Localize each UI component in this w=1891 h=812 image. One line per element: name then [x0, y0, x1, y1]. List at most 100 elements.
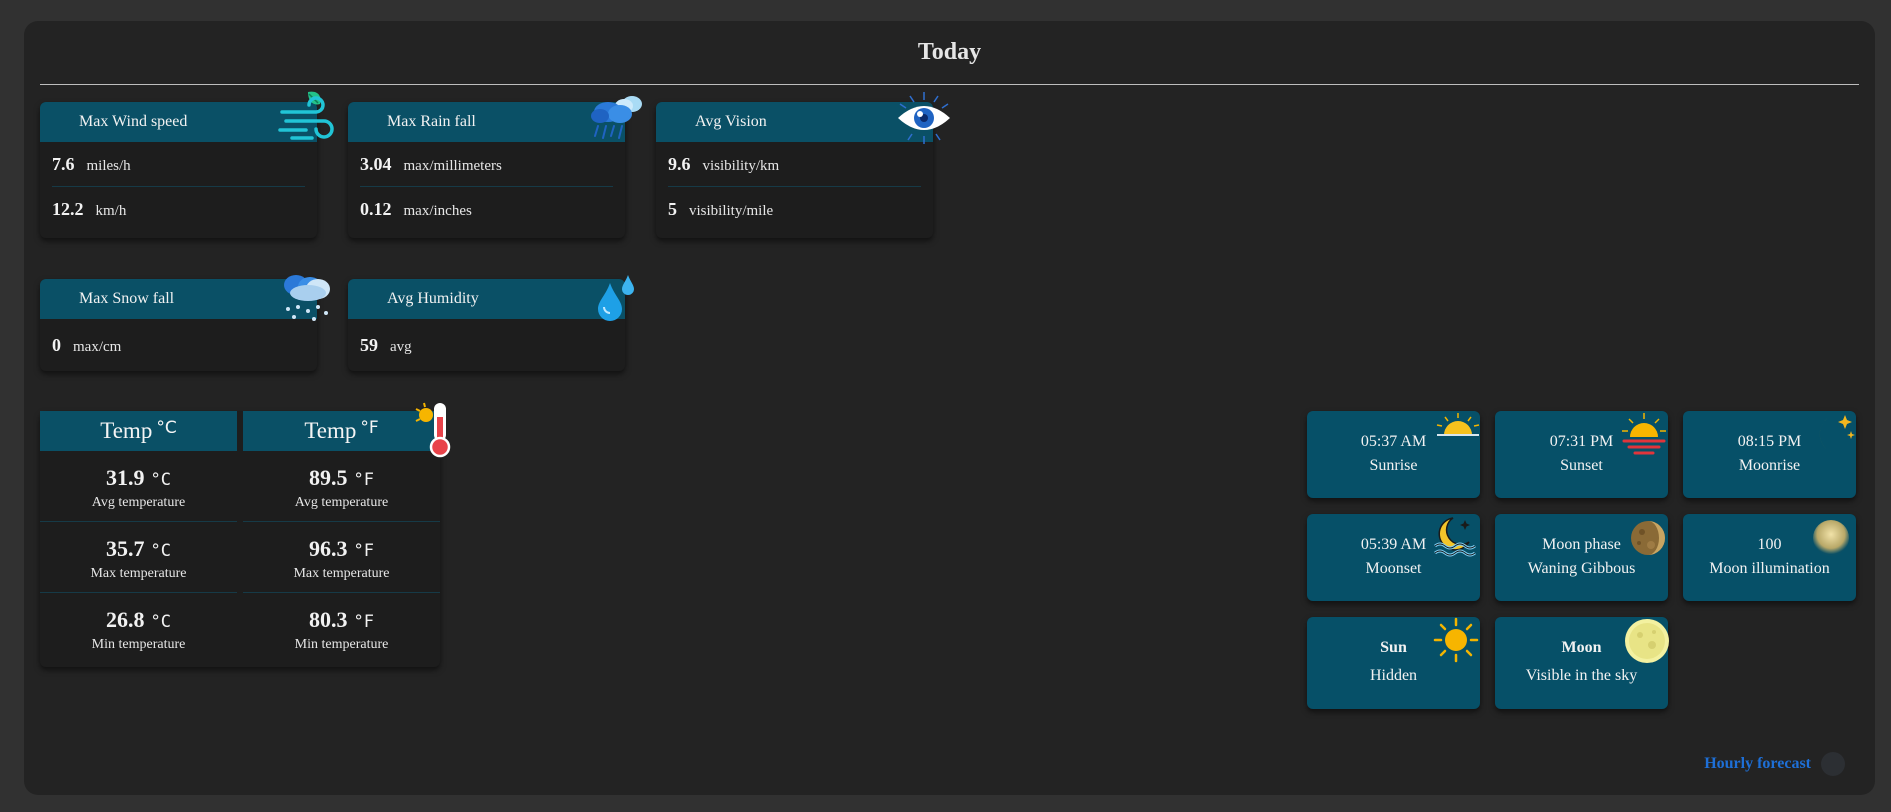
moonset-label: Moonset — [1365, 560, 1422, 577]
humidity-avg-unit: avg — [390, 339, 412, 355]
humidity-card-header: Avg Humidity — [348, 279, 625, 319]
snow-cm-value: 0 — [52, 335, 61, 355]
water-drops-icon — [598, 275, 634, 321]
moon-status: Visible in the sky — [1525, 667, 1638, 684]
sunrise-icon — [1436, 413, 1480, 436]
celsius-max: 35.7 °C Max temperature — [40, 522, 237, 592]
celsius-avg: 31.9 °C Avg temperature — [40, 451, 237, 521]
vision-card: Avg Vision 9.6 visibility/km 5 visibilit… — [656, 92, 950, 238]
fahrenheit-max-label: Max temperature — [293, 566, 390, 581]
celsius-min: 26.8 °C Min temperature — [40, 593, 237, 663]
fahrenheit-header-unit: °F — [360, 418, 379, 438]
fahrenheit-max: 96.3 °F Max temperature — [243, 522, 440, 592]
snow-cloud-icon — [284, 275, 330, 321]
full-moon-icon — [1625, 619, 1669, 663]
moonset-card: 05:39 AM Moonset — [1307, 514, 1480, 601]
celsius-min-value: 26.8 — [106, 607, 145, 632]
moon-illumination-icon — [1813, 520, 1849, 556]
fahrenheit-unit: °F — [353, 612, 374, 632]
humidity-avg-value: 59 — [360, 335, 378, 355]
sunset-card: 07:31 PM Sunset — [1495, 411, 1668, 498]
wind-mph-value: 7.6 — [52, 154, 75, 174]
vision-row-mile: 5 visibility/mile — [656, 187, 933, 231]
snow-cm-unit: max/cm — [73, 339, 122, 355]
rain-card-header: Max Rain fall — [348, 102, 625, 142]
today-panel: Today Max Wind speed 7.6 miles/h 12.2 km… — [24, 21, 1875, 795]
crescent-moon-stars-icon — [1819, 415, 1855, 455]
fahrenheit-avg: 89.5 °F Avg temperature — [243, 451, 440, 521]
celsius-unit: °C — [150, 470, 171, 490]
wind-row-mph: 7.6 miles/h — [40, 142, 317, 186]
sun-status: Hidden — [1369, 667, 1418, 684]
rain-card: Max Rain fall 3.04 max/millimeters 0.12 … — [348, 96, 642, 238]
sun-icon — [1433, 617, 1479, 663]
hourly-forecast-link[interactable]: Hourly forecast — [1704, 752, 1845, 776]
rain-in-value: 0.12 — [360, 199, 392, 219]
moon-phase-icon — [1631, 521, 1665, 555]
moonset-icon — [1434, 517, 1476, 557]
rain-mm-unit: max/millimeters — [403, 158, 502, 174]
snow-card-header: Max Snow fall — [40, 279, 317, 319]
sun-visibility-card: Sun Hidden — [1307, 617, 1480, 709]
title-divider — [40, 84, 1859, 85]
rain-cloud-icon — [591, 96, 642, 139]
moon-phase-value: Waning Gibbous — [1527, 560, 1636, 577]
temperature-card: Temp °C 31.9 °C Avg temperature 35.7 °C Ma… — [40, 402, 451, 667]
fahrenheit-header-label: Temp — [304, 418, 357, 443]
celsius-header: Temp °C — [40, 411, 237, 451]
moon-illumination-label: Moon illumination — [1709, 560, 1830, 577]
wind-row-kmh: 12.2 km/h — [40, 187, 317, 231]
sunset-icon — [1622, 413, 1666, 455]
celsius-column: Temp °C 31.9 °C Avg temperature 35.7 °C Ma… — [40, 411, 237, 663]
wind-kmh-value: 12.2 — [52, 199, 84, 219]
moon-visibility-card: Moon Visible in the sky — [1495, 617, 1669, 709]
sunrise-card: 05:37 AM Sunrise — [1307, 411, 1480, 498]
snow-card: Max Snow fall 0 max/cm — [40, 275, 330, 371]
page-title: Today — [917, 39, 982, 65]
wind-card-header: Max Wind speed — [40, 102, 317, 142]
eye-icon — [898, 92, 950, 144]
fahrenheit-unit: °F — [353, 541, 374, 561]
vision-card-header: Avg Vision — [656, 102, 933, 142]
snow-row-cm: 0 max/cm — [40, 319, 317, 371]
celsius-min-label: Min temperature — [91, 637, 186, 652]
celsius-unit: °C — [150, 612, 171, 632]
vision-mile-value: 5 — [668, 199, 677, 219]
sunrise-label: Sunrise — [1369, 457, 1418, 474]
vision-row-km: 9.6 visibility/km — [656, 142, 933, 186]
wind-icon — [278, 91, 334, 140]
celsius-header-unit: °C — [156, 418, 177, 438]
celsius-header-label: Temp — [100, 418, 153, 443]
hourly-forecast-label[interactable]: Hourly forecast — [1704, 755, 1811, 773]
rain-in-unit: max/inches — [403, 203, 472, 219]
fahrenheit-min: 80.3 °F Min temperature — [243, 593, 440, 663]
rain-row-in: 0.12 max/inches — [348, 187, 625, 231]
fahrenheit-avg-label: Avg temperature — [294, 495, 389, 510]
humidity-card: Avg Humidity 59 avg — [348, 275, 634, 371]
celsius-unit: °C — [150, 541, 171, 561]
fahrenheit-min-value: 80.3 — [309, 607, 348, 632]
celsius-avg-value: 31.9 — [106, 465, 145, 490]
celsius-max-label: Max temperature — [90, 566, 187, 581]
vision-km-value: 9.6 — [668, 154, 691, 174]
hourly-forecast-toggle-icon[interactable] — [1821, 752, 1845, 776]
wind-mph-unit: miles/h — [86, 158, 131, 174]
fahrenheit-unit: °F — [353, 470, 374, 490]
vision-mile-unit: visibility/mile — [689, 203, 774, 219]
fahrenheit-header: Temp °F — [243, 411, 440, 451]
wind-kmh-unit: km/h — [95, 203, 127, 219]
celsius-max-value: 35.7 — [106, 536, 145, 561]
humidity-row-avg: 59 avg — [348, 319, 625, 371]
thermometer-sun-icon — [415, 402, 451, 458]
moon-illumination-card: 100 Moon illumination — [1683, 514, 1856, 601]
fahrenheit-avg-value: 89.5 — [309, 465, 348, 490]
fahrenheit-column: Temp °F 89.5 °F Avg temperature 96.3 °F Ma… — [243, 411, 440, 663]
vision-km-unit: visibility/km — [702, 158, 780, 174]
wind-card: Max Wind speed 7.6 miles/h 12.2 km/h — [40, 91, 334, 238]
celsius-avg-label: Avg temperature — [91, 495, 186, 510]
rain-mm-value: 3.04 — [360, 154, 392, 174]
fahrenheit-max-value: 96.3 — [309, 536, 348, 561]
moonrise-card: 08:15 PM Moonrise — [1683, 411, 1856, 498]
moon-phase-card: Moon phase Waning Gibbous — [1495, 514, 1668, 601]
sunset-label: Sunset — [1560, 457, 1603, 474]
